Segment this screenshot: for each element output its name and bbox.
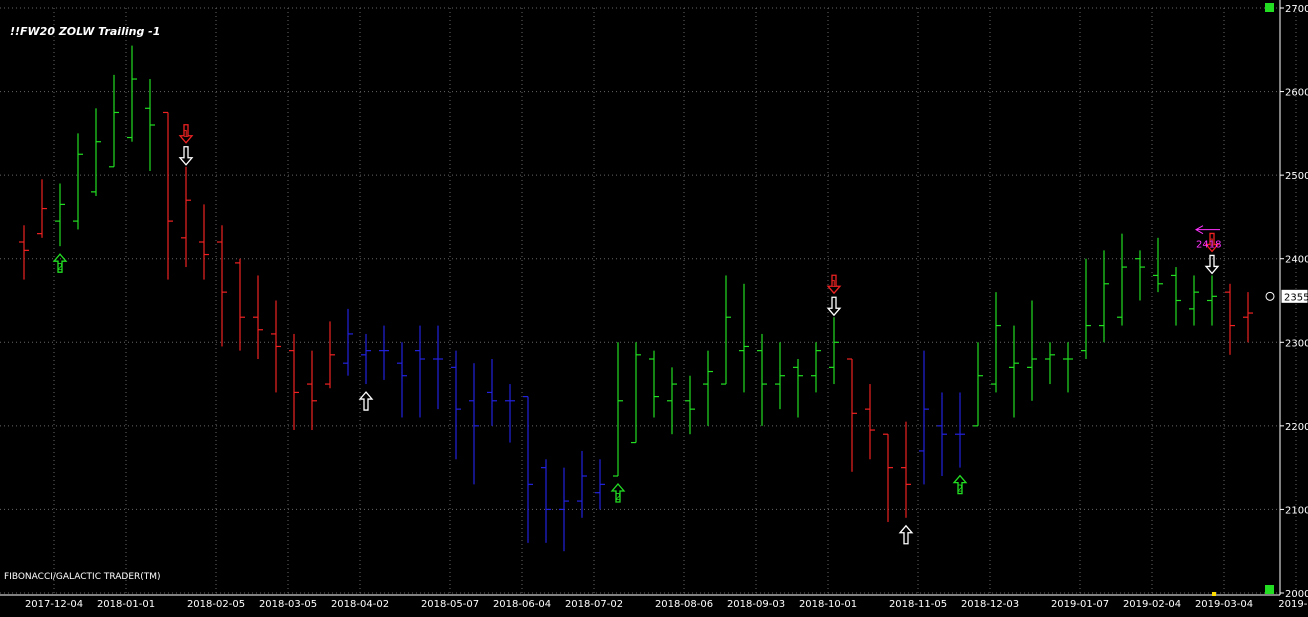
- signal-label: 1: [831, 279, 837, 290]
- x-tick-label: 2018-06-04: [493, 599, 551, 610]
- y-tick-label: 2400: [1285, 255, 1308, 266]
- corner-indicator-icon: [1265, 3, 1274, 12]
- corner-indicator-icon: [1265, 585, 1274, 594]
- target-label: 2418: [1196, 240, 1221, 251]
- chart-title: !!FW20 ZOLW Trailing -1: [10, 25, 160, 38]
- x-tick-label: 2018-03-05: [259, 599, 317, 610]
- x-tick-label: 2018-05-07: [421, 599, 479, 610]
- signal-label: 2: [957, 484, 963, 495]
- x-tick-label: 2019-02-04: [1123, 599, 1181, 610]
- x-tick-label: 2018-12-03: [961, 599, 1019, 610]
- price-chart[interactable]: 2121212418 20002100220023002400250026002…: [0, 0, 1308, 613]
- chart-window: 2 1 2 1 2 1 2418 2000 2100 2200 2300 2400 2500 2600 2…: [0, 0, 1308, 613]
- x-tick-label: 2019-0: [1278, 599, 1308, 610]
- y-tick-label: 2300: [1285, 338, 1308, 349]
- signal-label: 2: [615, 492, 621, 503]
- footer-credit: FIBONACCI/GALACTIC TRADER(TM): [4, 572, 161, 582]
- last-price-label: 2355: [1284, 292, 1308, 303]
- y-tick-label: 2100: [1285, 505, 1308, 516]
- x-tick-label: 2018-02-05: [187, 599, 245, 610]
- y-tick-label: 2700: [1285, 4, 1308, 15]
- x-tick-label: 2018-11-05: [889, 599, 947, 610]
- y-tick-label: 2200: [1285, 422, 1308, 433]
- signal-label: 1: [183, 129, 189, 140]
- x-tick-label: 2018-09-03: [727, 599, 785, 610]
- signal-label: 2: [57, 262, 63, 273]
- x-tick-label: 2019-01-07: [1051, 599, 1109, 610]
- x-tick-label: 2017-12-04: [25, 599, 83, 610]
- x-tick-label: 2018-10-01: [799, 599, 857, 610]
- y-tick-label: 2500: [1285, 171, 1308, 182]
- x-tick-label: 2018-04-02: [331, 599, 389, 610]
- x-tick-label: 2019-03-04: [1195, 599, 1253, 610]
- x-tick-label: 2018-08-06: [655, 599, 713, 610]
- y-tick-label: 2600: [1285, 88, 1308, 99]
- marker-dot-icon: [1212, 592, 1216, 596]
- x-tick-label: 2018-07-02: [565, 599, 623, 610]
- x-tick-label: 2018-01-01: [97, 599, 155, 610]
